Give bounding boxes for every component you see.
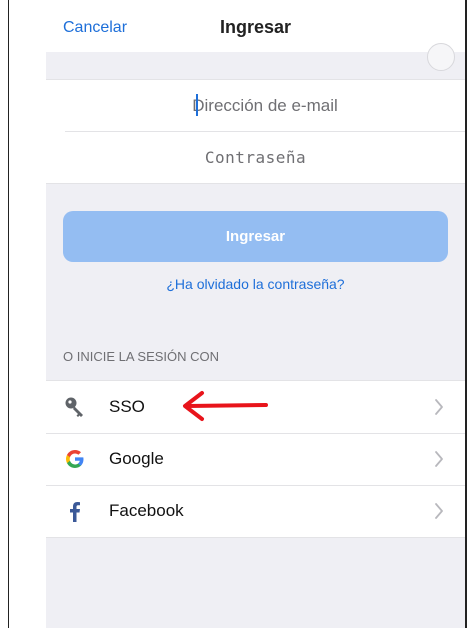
chevron-right-icon: [435, 451, 443, 467]
google-icon: [63, 447, 87, 471]
text-cursor: [196, 94, 198, 116]
facebook-login-item[interactable]: Facebook: [46, 485, 465, 537]
annotation-arrow-icon: [183, 391, 268, 421]
chevron-right-icon: [435, 503, 443, 519]
email-field[interactable]: [65, 94, 465, 117]
login-button[interactable]: Ingresar: [63, 211, 448, 262]
circle-indicator: [427, 43, 455, 71]
alt-login-section-label: O INICIE LA SESIÓN CON: [63, 349, 220, 364]
password-field[interactable]: [46, 147, 465, 168]
sso-login-label: SSO: [109, 397, 145, 416]
login-form: [46, 79, 465, 184]
page-title: Ingresar: [219, 17, 292, 37]
google-login-item[interactable]: Google: [46, 433, 465, 485]
email-field-row: [65, 80, 465, 132]
login-screen: Cancelar Ingresar Ingresar ¿Ha olvidado …: [46, 0, 465, 628]
navbar: Cancelar Ingresar: [46, 0, 465, 52]
password-field-row: [46, 132, 465, 183]
chevron-right-icon: [435, 399, 443, 415]
key-icon: [63, 395, 87, 419]
facebook-icon: [63, 499, 87, 523]
frame-border-right: [465, 0, 467, 628]
google-login-label: Google: [109, 449, 164, 468]
facebook-login-label: Facebook: [109, 501, 184, 520]
forgot-password-link[interactable]: ¿Ha olvidado la contraseña?: [46, 276, 465, 292]
frame-border-left: [8, 0, 9, 628]
